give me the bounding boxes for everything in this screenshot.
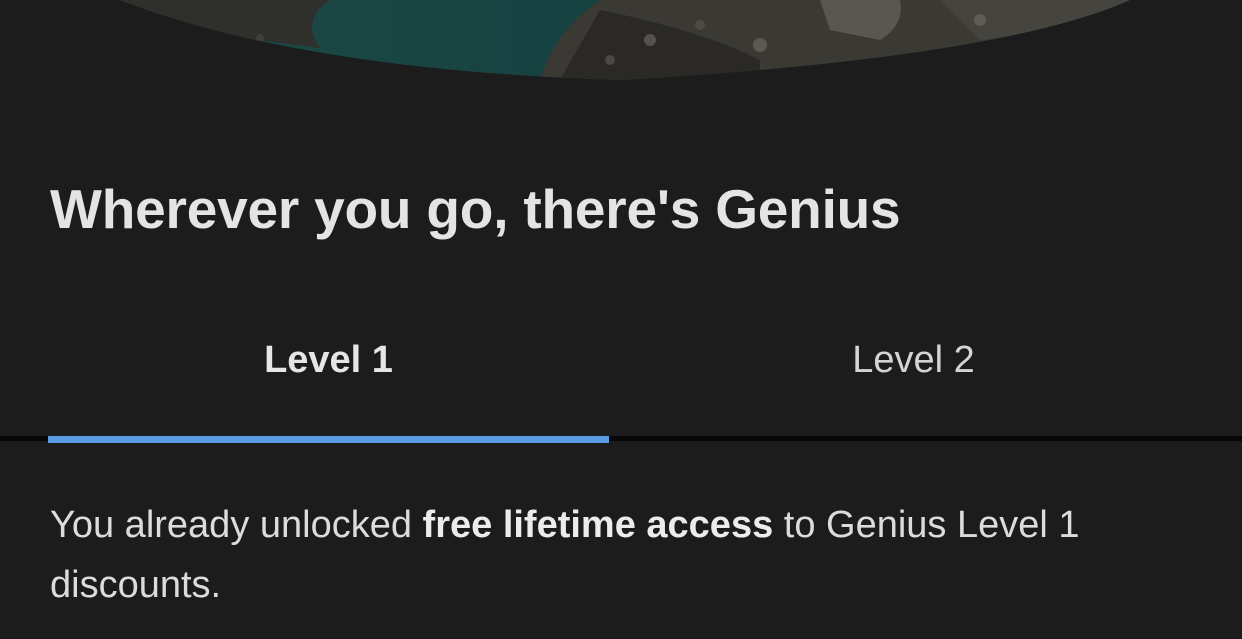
tab-level-2-label: Level 2 <box>852 338 975 381</box>
page-title: Wherever you go, there's Genius <box>50 178 901 240</box>
selected-tab-indicator <box>48 436 609 443</box>
description-prefix: You already unlocked <box>50 504 423 546</box>
hero-image <box>0 0 1242 80</box>
hero-photo <box>120 0 1130 80</box>
description-emphasis: free lifetime access <box>422 504 774 546</box>
level-tabs: Level 1 Level 2 <box>0 300 1242 443</box>
level-description: You already unlocked free lifetime acces… <box>50 495 1200 615</box>
tab-level-2[interactable]: Level 2 <box>609 300 1218 440</box>
tab-level-1[interactable]: Level 1 <box>48 300 609 440</box>
tab-level-1-label: Level 1 <box>264 338 393 381</box>
